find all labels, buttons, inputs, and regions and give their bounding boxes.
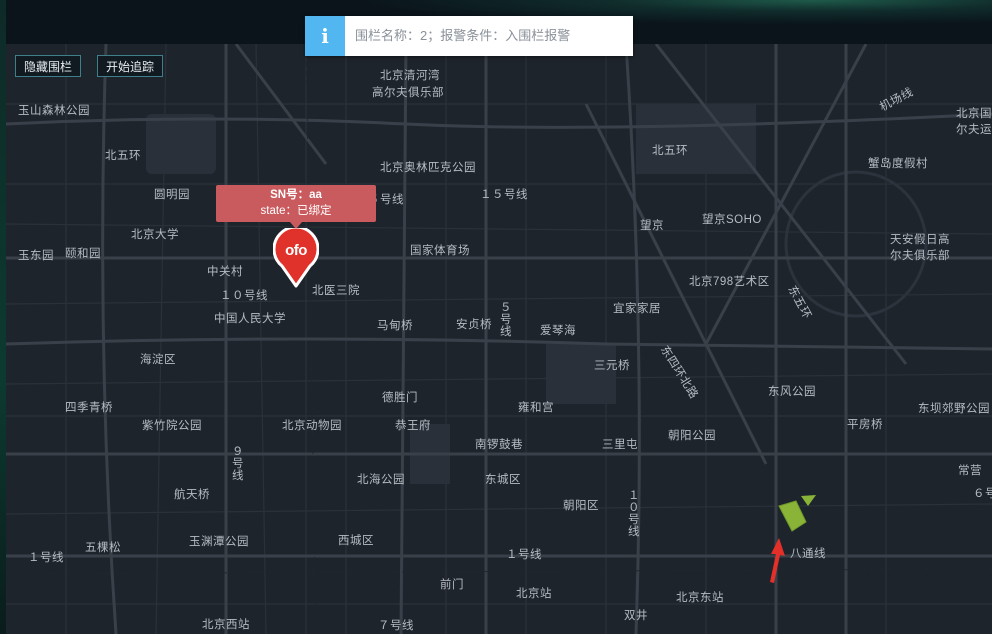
map-label: 北五环 bbox=[652, 145, 688, 157]
start-tracking-button[interactable]: 开始追踪 bbox=[97, 55, 164, 77]
map-label: 北京大学 bbox=[131, 229, 179, 241]
map-label: １０号线 bbox=[628, 490, 640, 538]
map-label: １０号线 bbox=[220, 290, 268, 302]
map-label: 北京奥林匹克公园 bbox=[380, 162, 476, 174]
map-label: １号线 bbox=[28, 552, 64, 564]
map-label: 三元桥 bbox=[594, 360, 630, 372]
map-label: 北五环 bbox=[105, 150, 141, 162]
map-label: 北医三院 bbox=[312, 285, 360, 297]
device-popup: SN号：aa state：已绑定 bbox=[216, 185, 376, 229]
info-message: 围栏名称：2；报警条件：入围栏报警 bbox=[355, 28, 571, 43]
map-label: 前门 bbox=[440, 579, 464, 591]
map-label: 北京国 bbox=[956, 108, 992, 120]
info-notification: i 围栏名称：2；报警条件：入围栏报警 bbox=[305, 16, 633, 56]
map-label: ６号 bbox=[973, 488, 992, 500]
map-canvas[interactable]: 北京清河湾 高尔夫俱乐部 机场线 北京国 尔夫运 玉山森林公园 北五环 北五环 … bbox=[6, 44, 992, 634]
map-label: ５号线 bbox=[500, 302, 512, 338]
map-label: 雍和宫 bbox=[518, 402, 554, 414]
map-label: 圆明园 bbox=[154, 189, 190, 201]
map-label: 北京西站 bbox=[202, 619, 250, 631]
map-label: 四季青桥 bbox=[65, 402, 113, 414]
map-label: １号线 bbox=[506, 549, 542, 561]
map-label: 颐和园 bbox=[65, 248, 101, 260]
map-label: 北京站 bbox=[516, 588, 552, 600]
app-frame: 北京清河湾 高尔夫俱乐部 机场线 北京国 尔夫运 玉山森林公园 北五环 北五环 … bbox=[0, 0, 992, 634]
map-label: 北海公园 bbox=[357, 474, 405, 486]
map-label: 紫竹院公园 bbox=[142, 420, 202, 432]
map-label: 国家体育场 bbox=[410, 245, 470, 257]
map-label: 中国人民大学 bbox=[214, 313, 286, 325]
map-label: 马甸桥 bbox=[377, 320, 413, 332]
map-label: 东坝郊野公园 bbox=[918, 403, 990, 415]
map-label: ９号线 bbox=[232, 446, 244, 482]
map-label: 西城区 bbox=[338, 535, 374, 547]
map-label: 尔夫俱乐部 bbox=[890, 250, 950, 262]
ofo-marker[interactable]: ofo bbox=[272, 225, 320, 288]
geofence-polygon bbox=[778, 495, 816, 532]
map-label: 玉东园 bbox=[18, 250, 54, 262]
map-label: 德胜门 bbox=[382, 392, 418, 404]
map-label: 爱琴海 bbox=[540, 325, 576, 337]
map-label: 平房桥 bbox=[847, 419, 883, 431]
map-label: 常营 bbox=[958, 465, 982, 477]
map-label: 东城区 bbox=[485, 474, 521, 486]
map-label: 宜家家居 bbox=[613, 303, 661, 315]
map-label: 航天桥 bbox=[174, 489, 210, 501]
map-label: 海淀区 bbox=[140, 354, 176, 366]
map-label: 望京SOHO bbox=[702, 214, 762, 226]
hide-fence-button[interactable]: 隐藏围栏 bbox=[15, 55, 82, 77]
marker-brand-label: ofo bbox=[285, 242, 307, 259]
map-label: 东风公园 bbox=[768, 386, 816, 398]
map-label: 蟹岛度假村 bbox=[868, 158, 928, 170]
map-label: ７号线 bbox=[378, 620, 414, 632]
map-label: 安贞桥 bbox=[456, 319, 492, 331]
map-label: 北京东站 bbox=[676, 592, 724, 604]
map-label: 玉渊潭公园 bbox=[189, 536, 249, 548]
map-label: 天安假日高 bbox=[890, 234, 950, 246]
map-label: 南锣鼓巷 bbox=[475, 439, 523, 451]
map-label: 望京 bbox=[640, 220, 664, 232]
map-label: 尔夫运 bbox=[956, 124, 992, 136]
map-label: 北京动物园 bbox=[282, 420, 342, 432]
map-label: １５号线 bbox=[480, 189, 528, 201]
map-label: 高尔夫俱乐部 bbox=[372, 87, 444, 99]
map-label: 恭王府 bbox=[395, 420, 431, 432]
info-icon: i bbox=[305, 16, 345, 56]
map-label: 朝阳公园 bbox=[668, 430, 716, 442]
map-label: 三里屯 bbox=[602, 439, 638, 451]
map-label: 五棵松 bbox=[85, 542, 121, 554]
map-label: 双井 bbox=[624, 610, 648, 622]
map-label: 朝阳区 bbox=[563, 500, 599, 512]
map-label: 北京798艺术区 bbox=[689, 276, 770, 288]
map-roads bbox=[6, 44, 992, 634]
popup-state: state：已绑定 bbox=[260, 205, 332, 217]
map-label: 八通线 bbox=[790, 548, 826, 560]
popup-sn: SN号：aa bbox=[270, 189, 322, 201]
map-label: 玉山森林公园 bbox=[18, 105, 90, 117]
map-label: 北京清河湾 bbox=[380, 70, 440, 82]
map-label: 中关村 bbox=[207, 266, 243, 278]
